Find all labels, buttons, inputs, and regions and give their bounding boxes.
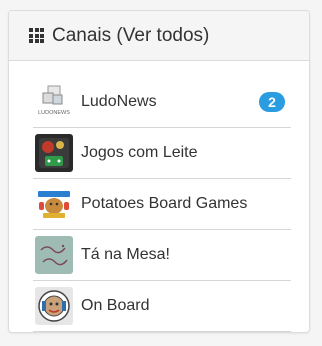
ludonews-logo: LUDONEWS: [35, 83, 73, 121]
ta-na-mesa-logo: [35, 236, 73, 274]
ludonews-logo-text: LUDONEWS: [38, 110, 70, 116]
channel-label: LudoNews: [81, 93, 157, 110]
potatoes-board-games-logo: [35, 185, 73, 223]
channel-list: LUDONEWS LudoNews 2 Jogos com Leite Pota…: [9, 61, 309, 332]
channel-label: Tá na Mesa!: [81, 246, 170, 263]
channel-item-on-board[interactable]: On Board: [33, 281, 291, 332]
channel-item-ludonews[interactable]: LUDONEWS LudoNews 2: [33, 77, 291, 128]
channel-label: Jogos com Leite: [81, 144, 198, 161]
channel-item-jogos-com-leite[interactable]: Jogos com Leite: [33, 128, 291, 179]
channel-item-ta-na-mesa[interactable]: Tá na Mesa!: [33, 230, 291, 281]
panel-title[interactable]: Canais (Ver todos): [52, 25, 209, 47]
channel-label: On Board: [81, 297, 150, 314]
channel-label: Potatoes Board Games: [81, 195, 248, 212]
channel-item-potatoes-board-games[interactable]: Potatoes Board Games: [33, 179, 291, 230]
on-board-logo: [35, 287, 73, 325]
jogos-com-leite-logo: [35, 134, 73, 172]
channels-panel: Canais (Ver todos) LUDONEWS LudoNews 2 J…: [8, 10, 310, 333]
grid-icon: [29, 28, 44, 43]
unread-count-badge: 2: [259, 92, 285, 112]
panel-header: Canais (Ver todos): [9, 11, 309, 61]
